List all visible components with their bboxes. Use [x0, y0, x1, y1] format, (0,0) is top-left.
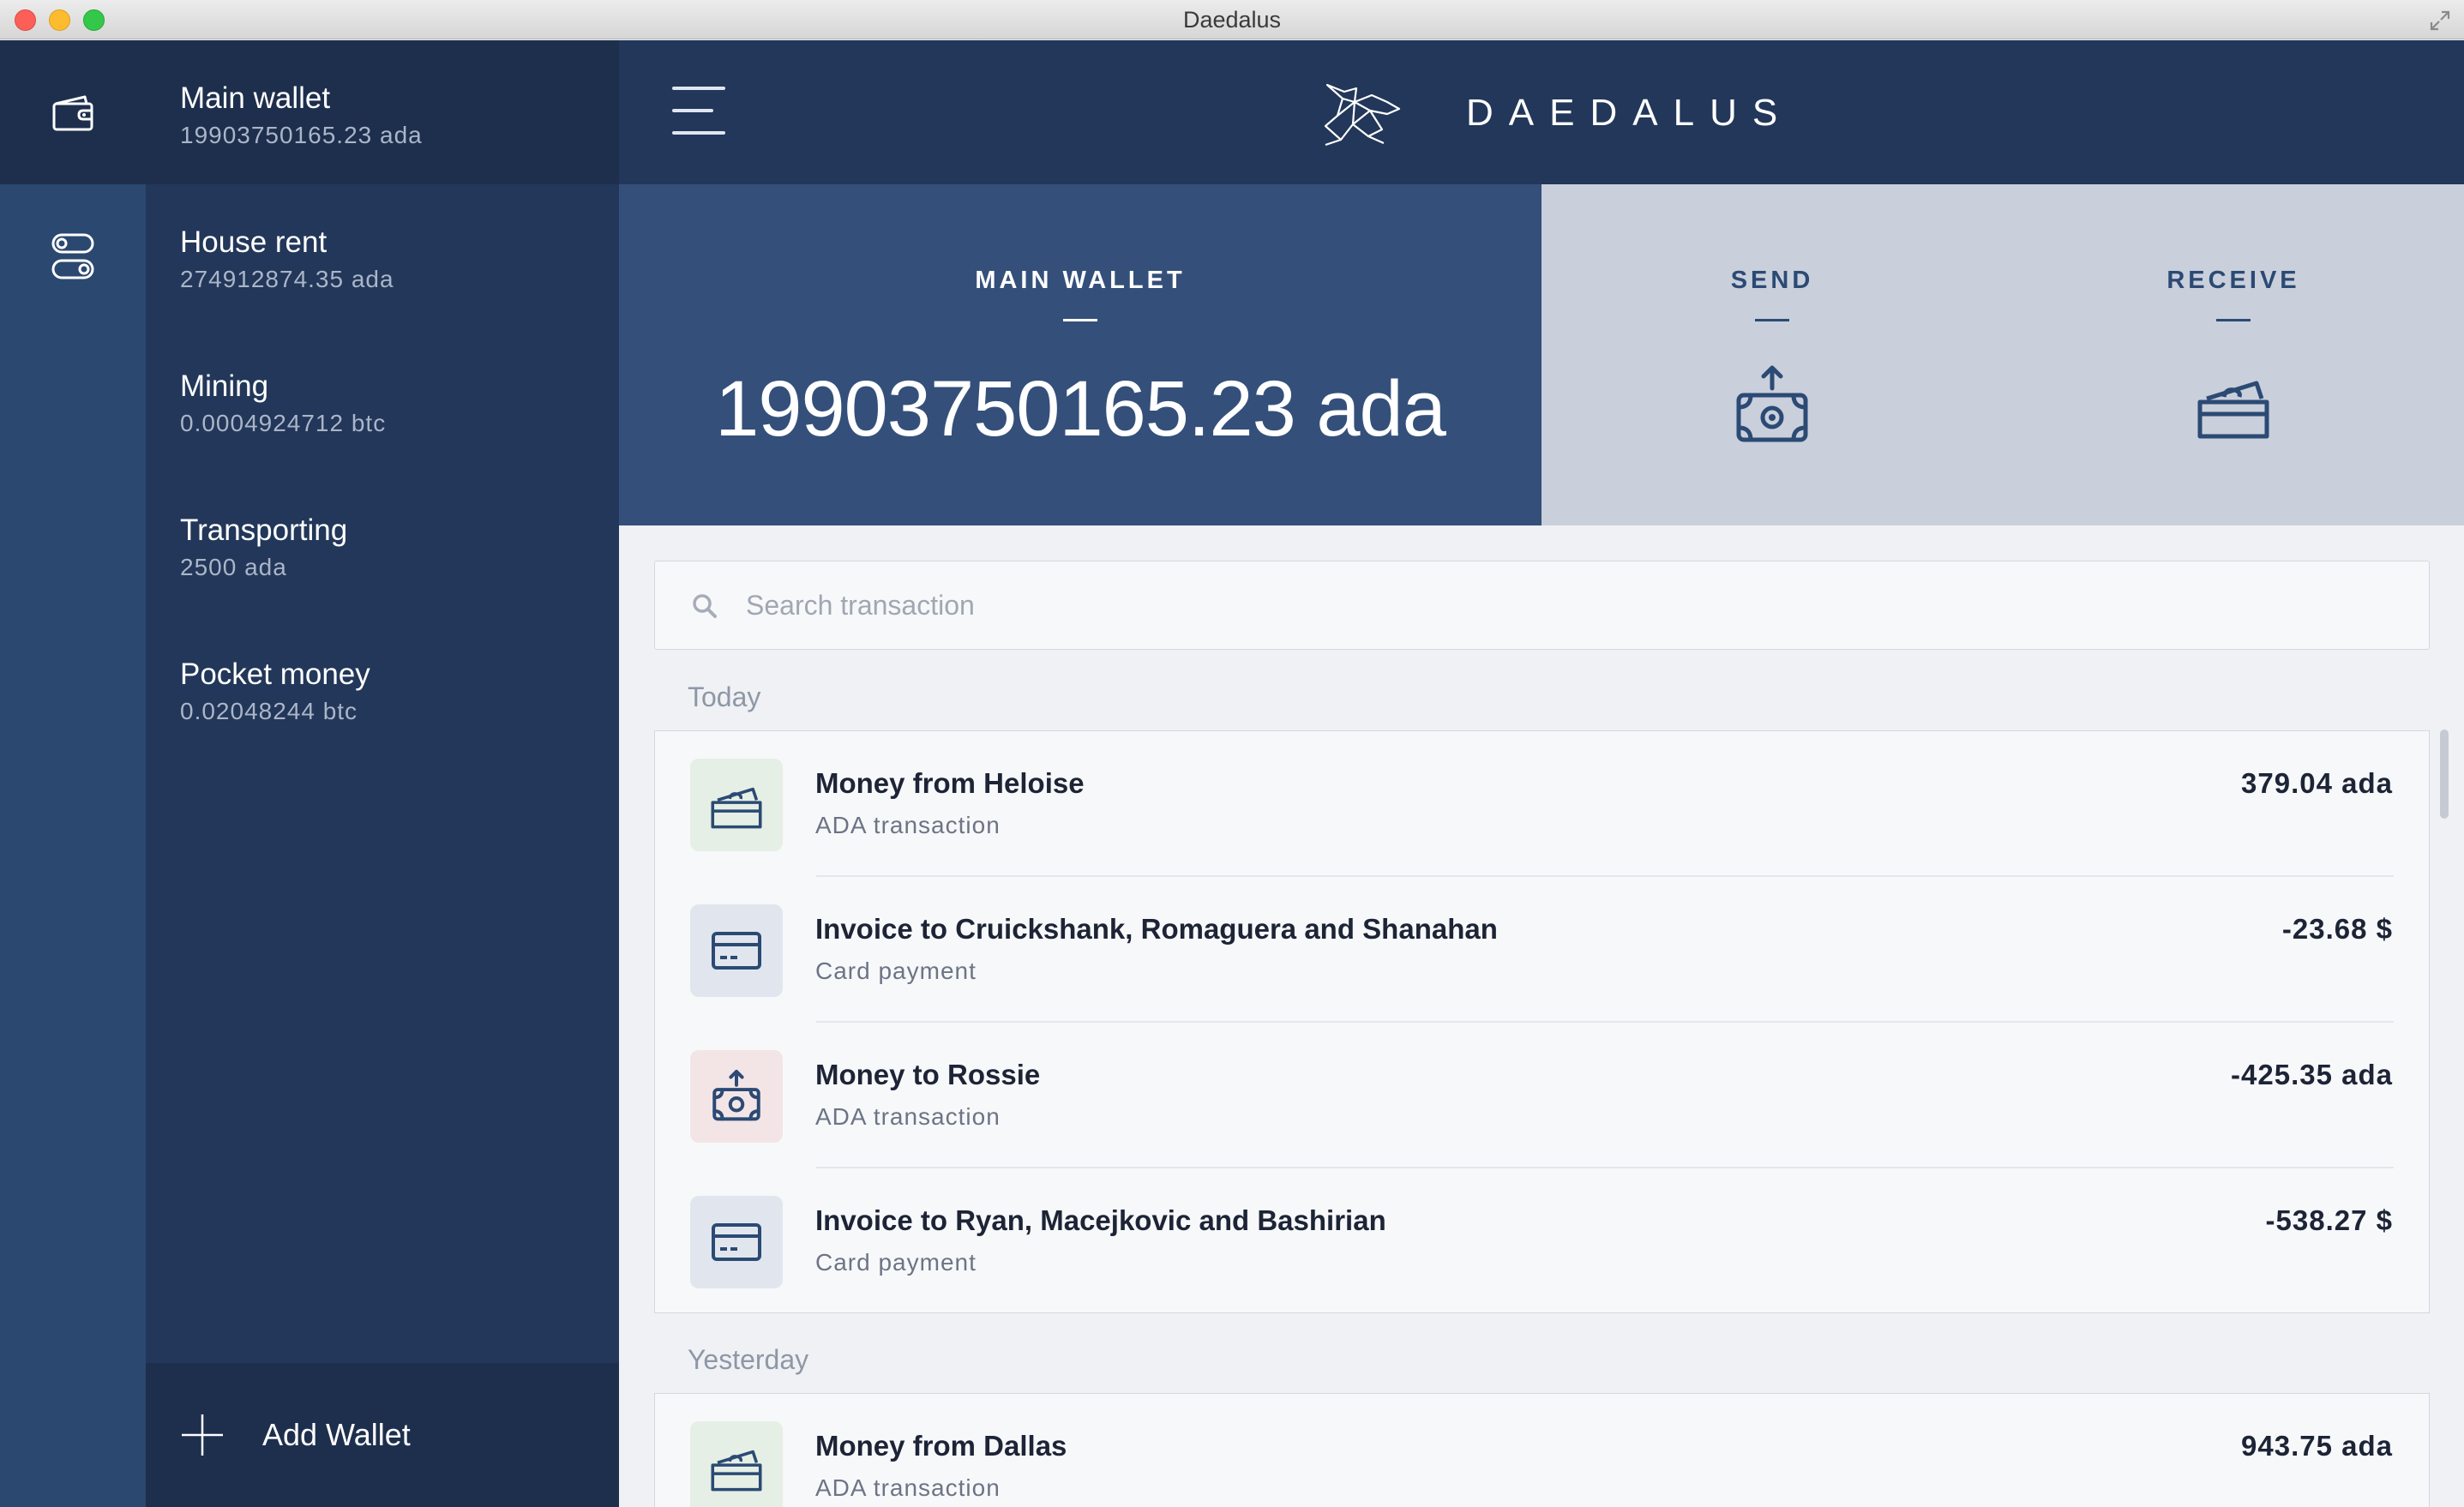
group-label-yesterday: Yesterday — [688, 1344, 809, 1375]
rail-item-settings[interactable] — [0, 184, 146, 328]
transaction-type-icon — [690, 904, 783, 997]
transaction-row[interactable]: Money to Rossie ADA transaction -425.35 … — [655, 1023, 2429, 1168]
wallet-name: Main wallet — [180, 81, 331, 115]
divider — [2216, 319, 2251, 321]
receive-button[interactable]: RECEIVE — [2003, 184, 2464, 525]
rail-item-wallets[interactable] — [0, 40, 146, 184]
transaction-list-today: Money from Heloise ADA transaction 379.0… — [654, 730, 2430, 1313]
menu-line — [672, 87, 725, 90]
transaction-type: ADA transaction — [815, 1103, 1001, 1130]
wallet-list: Main wallet 19903750165.23 ada House ren… — [146, 40, 619, 1507]
search-input[interactable] — [746, 561, 2375, 649]
menu-line — [672, 131, 725, 135]
action-panel: SEND RECEIVE — [1542, 184, 2464, 525]
transaction-row[interactable]: Invoice to Cruickshank, Romaguera and Sh… — [655, 877, 2429, 1023]
wallet-item-pocket-money[interactable]: Pocket money 0.02048244 btc — [146, 616, 619, 760]
wallet-item-transporting[interactable]: Transporting 2500 ada — [146, 472, 619, 616]
wallet-name: Mining — [180, 369, 269, 403]
plus-icon — [182, 1414, 223, 1456]
menu-line — [672, 109, 713, 112]
transaction-title: Invoice to Ryan, Macejkovic and Bashiria… — [815, 1204, 1386, 1236]
divider — [1063, 319, 1097, 321]
receive-label: RECEIVE — [2167, 267, 2300, 294]
wallet-amount: 274912874.35 ada — [180, 266, 394, 292]
group-label-today: Today — [688, 681, 761, 712]
transaction-type-icon — [690, 1196, 783, 1288]
transaction-type: ADA transaction — [815, 812, 1001, 838]
transaction-title: Invoice to Cruickshank, Romaguera and Sh… — [815, 913, 1498, 945]
transaction-amount: -23.68 $ — [2281, 913, 2393, 945]
wallet-amount: 0.0004924712 btc — [180, 410, 387, 436]
wallet-amount: 2500 ada — [180, 554, 287, 580]
transaction-title: Money to Rossie — [815, 1059, 1041, 1090]
money-out-icon — [712, 1069, 760, 1121]
transaction-amount: -538.27 $ — [2265, 1204, 2393, 1236]
summary-title: MAIN WALLET — [975, 267, 1186, 294]
wallet-amount: 0.02048244 btc — [180, 698, 358, 724]
transaction-row[interactable]: Money from Heloise ADA transaction 379.0… — [655, 731, 2429, 877]
money-in-icon — [711, 1450, 762, 1492]
wallet-item-mining[interactable]: Mining 0.0004924712 btc — [146, 328, 619, 472]
transactions-area: Today Money from Heloise ADA transacti — [619, 525, 2464, 1507]
search-box — [654, 561, 2430, 650]
wallet-item-house-rent[interactable]: House rent 274912874.35 ada — [146, 184, 619, 328]
send-button[interactable]: SEND — [1542, 184, 2003, 525]
fullscreen-icon[interactable] — [2428, 9, 2452, 33]
brand-name: DAEDALUS — [1466, 92, 1794, 134]
wallet-summary: MAIN WALLET 19903750165.23 ada — [619, 184, 1542, 525]
transaction-amount: 379.04 ada — [2241, 767, 2393, 799]
wallet-name: Transporting — [180, 513, 348, 547]
transaction-type: Card payment — [815, 958, 977, 984]
transaction-type: ADA transaction — [815, 1474, 1001, 1501]
add-wallet-button[interactable]: Add Wallet — [146, 1363, 619, 1507]
scrollbar-thumb[interactable] — [2440, 729, 2449, 819]
wallet-balance: 19903750165.23 ada — [715, 365, 1446, 453]
transaction-row[interactable]: Invoice to Ryan, Macejkovic and Bashiria… — [655, 1168, 2429, 1314]
receive-money-icon — [2197, 381, 2269, 439]
divider — [1755, 319, 1789, 321]
daedalus-logo-icon — [1324, 83, 1401, 147]
top-bar: DAEDALUS — [619, 40, 2464, 184]
transaction-amount: 943.75 ada — [2241, 1430, 2393, 1462]
hamburger-menu-button[interactable] — [672, 87, 725, 135]
send-money-icon — [1736, 365, 1808, 442]
transaction-type-icon — [690, 1050, 783, 1143]
title-bar: Daedalus — [0, 0, 2464, 39]
card-icon — [712, 932, 761, 970]
transaction-title: Money from Dallas — [815, 1430, 1067, 1462]
send-label: SEND — [1730, 267, 1814, 294]
money-in-icon — [711, 787, 762, 829]
transaction-type-icon — [690, 759, 783, 851]
add-wallet-label: Add Wallet — [262, 1417, 411, 1452]
window-title: Daedalus — [1182, 7, 1282, 33]
wallet-name: Pocket money — [180, 657, 370, 691]
transaction-amount: -425.35 ada — [2231, 1059, 2393, 1090]
transaction-type: Card payment — [815, 1249, 977, 1276]
transaction-type-icon — [690, 1421, 783, 1507]
settings-toggle-icon — [51, 233, 94, 279]
transaction-title: Money from Heloise — [815, 767, 1085, 799]
card-icon — [712, 1223, 761, 1261]
wallet-amount: 19903750165.23 ada — [180, 122, 423, 148]
wallet-name: House rent — [180, 225, 328, 259]
navigation-rail — [0, 40, 146, 1507]
transaction-list-yesterday: Money from Dallas ADA transaction 943.75… — [654, 1393, 2430, 1507]
transaction-row[interactable]: Money from Dallas ADA transaction 943.75… — [655, 1394, 2429, 1507]
app-window: Daedalus Main wallet 19903750165.23 ada … — [0, 0, 2464, 1507]
search-icon — [693, 594, 717, 618]
wallet-item-main-wallet[interactable]: Main wallet 19903750165.23 ada — [146, 40, 619, 184]
wallet-icon — [52, 95, 93, 131]
